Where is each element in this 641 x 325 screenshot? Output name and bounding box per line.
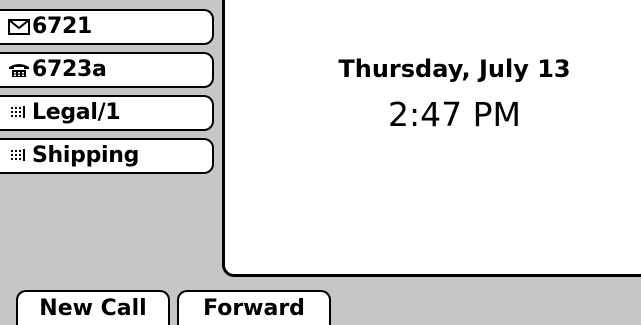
forward-softkey[interactable]: Forward — [177, 290, 331, 325]
phone-icon — [8, 62, 30, 78]
speed-dial-icon — [8, 105, 30, 121]
line-key-label: Legal/1 — [32, 100, 121, 125]
idle-display-panel: Thursday, July 13 2:47 PM — [222, 0, 641, 277]
line-key-legal[interactable]: Legal/1 — [0, 95, 214, 131]
envelope-icon — [8, 19, 30, 35]
phone-screen: 6721 6723a Legal/1 Shipping Thursday, Ju… — [0, 0, 641, 325]
line-key-6721[interactable]: 6721 — [0, 9, 214, 45]
new-call-softkey[interactable]: New Call — [16, 290, 170, 325]
date-display: Thursday, July 13 — [338, 55, 571, 83]
line-key-label: 6723a — [32, 57, 107, 82]
time-display: 2:47 PM — [388, 95, 521, 134]
line-key-6723a[interactable]: 6723a — [0, 52, 214, 88]
line-key-label: Shipping — [32, 143, 140, 168]
speed-dial-icon — [8, 148, 30, 164]
line-key-label: 6721 — [32, 14, 93, 39]
line-key-shipping[interactable]: Shipping — [0, 138, 214, 174]
